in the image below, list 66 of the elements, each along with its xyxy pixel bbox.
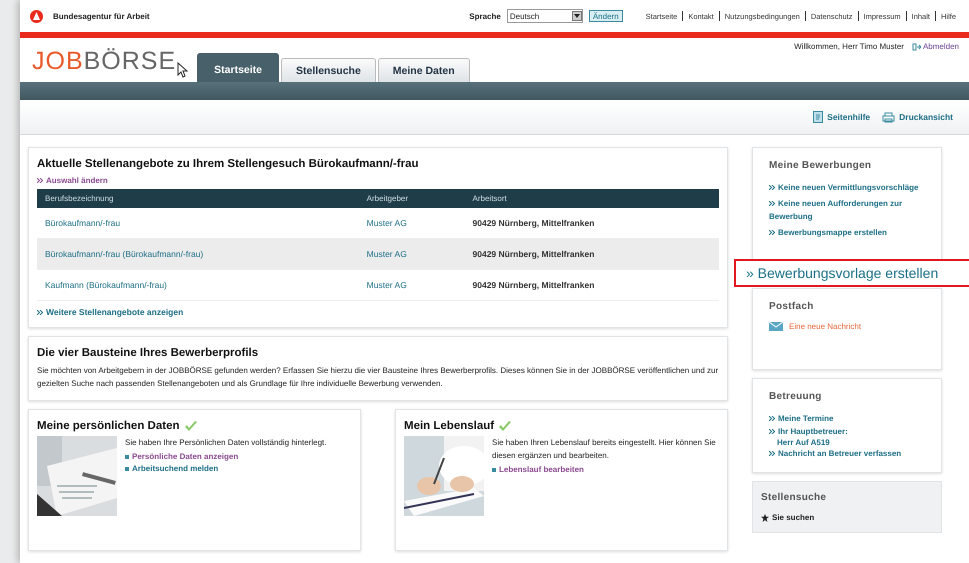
column-header: Arbeitgeber (358, 189, 465, 208)
card-link[interactable]: Persönliche Daten anzeigen (125, 452, 326, 461)
table-cell[interactable]: Kaufmann (Bürokaufmann/-frau) (37, 270, 359, 300)
brand-logo: JOBBÖRSE (32, 47, 176, 76)
print-link[interactable]: Druckansicht (882, 112, 953, 122)
nav-tab[interactable]: Meine Daten (378, 58, 470, 82)
card-title: Meine persönlichen Daten (37, 420, 180, 432)
column-header: Berufsbezeichnung (37, 189, 359, 208)
card-link[interactable]: Arbeitsuchend melden (125, 464, 326, 473)
bullet-icon (125, 454, 129, 459)
chevron-icon (769, 201, 775, 206)
card-text: Sie haben Ihre Persönlichen Daten vollständig hinterlegt. (125, 437, 326, 449)
profile-description: Sie möchten von Arbeitgebern in der JOBBÖRSE gefunden werden? Erfassen Sie hierzu die vier Bausteine Ihres Bewerberprofils. Dieses können Sie in der JOBBÖRSE veröffentlichen und zur gezielten Suche nach passenden Stellenangeboten und als Grundlage für Ihre individuelle Bewerbung verwenden. (37, 365, 719, 390)
chevron-icon (769, 416, 775, 422)
profile-title: Die vier Bausteine Ihres Bewerberprofils (37, 347, 260, 359)
bullet-icon (492, 468, 496, 472)
mail-icon (769, 322, 783, 331)
welcome-text: Willkommen, Herr Timo Muster (794, 42, 904, 51)
offers-title: Aktuelle Stellenangebote zu Ihrem Stellengesuch Bürokaufmann/-frau (37, 158, 420, 170)
bullet-icon (125, 466, 129, 471)
caret-icon (574, 14, 580, 18)
language-select[interactable]: Deutsch (506, 9, 583, 23)
advisor-name: Herr Auf A519 (776, 438, 831, 447)
sidebar-link[interactable]: Bewerbungsmappe erstellen (769, 226, 925, 239)
box-title: Stellensuche (761, 492, 828, 503)
table-cell[interactable]: Muster AG (358, 238, 465, 270)
language-label: Sprache (469, 12, 501, 20)
highlighted-link[interactable]: » Bewerbungsvorlage erstellen (734, 259, 969, 287)
org-name: Bundesagentur für Arbeit (53, 12, 150, 20)
nav-tab[interactable]: Startseite (197, 53, 280, 82)
print-icon (882, 112, 896, 122)
change-button[interactable]: Ändern (588, 10, 623, 22)
nav-tab[interactable]: Stellensuche (281, 58, 376, 82)
chevron-icon (769, 429, 775, 434)
box-title: Meine Bewerbungen (769, 160, 872, 171)
help-link[interactable]: Seitenhilfe (813, 111, 870, 123)
sidebar-link[interactable]: Keine neuen Aufforderungen zur Bewerbung (769, 197, 925, 223)
table-cell[interactable]: Muster AG (358, 270, 465, 300)
card-link[interactable]: Lebenslauf bearbeiten (492, 465, 719, 474)
more-offers-link[interactable]: Weitere Stellenangebote anzeigen (37, 307, 184, 317)
table-cell: 90429 Nürnberg, Mittelfranken (464, 270, 719, 300)
logout-icon (912, 42, 921, 50)
column-header: Arbeitsort (464, 189, 719, 208)
chevron-icon (37, 178, 43, 184)
sidebar-link[interactable]: Keine neuen Vermittlungsvorschläge (769, 181, 925, 194)
logout-link[interactable]: Abmelden (912, 42, 959, 51)
box-title: Betreuung (769, 391, 823, 402)
table-cell[interactable]: Bürokaufmann/-frau (Bürokaufmann/-frau) (37, 238, 359, 270)
logo-icon (30, 10, 43, 22)
card-title: Mein Lebenslauf (404, 420, 494, 432)
search-option[interactable]: Sie suchen (761, 513, 933, 522)
sidebar-link[interactable]: Meine Termine (769, 412, 925, 425)
sidebar-link[interactable]: Ihr Hauptbetreuer: (769, 425, 925, 438)
chevron-icon (769, 185, 775, 190)
star-icon (761, 514, 769, 522)
message-link[interactable]: Eine neue Nachricht (789, 322, 862, 331)
chevron-icon (769, 230, 775, 236)
chevron-icon (37, 310, 43, 316)
box-title: Postfach (769, 301, 815, 312)
help-icon (813, 111, 824, 123)
chevron-icon (769, 451, 775, 456)
card-text: Sie haben Ihren Lebenslauf bereits eingestellt. Hier können Sie diesen ergänzen und bearbeiten. (492, 437, 717, 462)
table-cell: 90429 Nürnberg, Mittelfranken (464, 238, 719, 270)
change-selection-link[interactable]: Auswahl ändern (37, 176, 108, 185)
cursor-icon (177, 62, 190, 78)
sidebar-link[interactable]: Nachricht an Betreuer verfassen (769, 447, 925, 460)
